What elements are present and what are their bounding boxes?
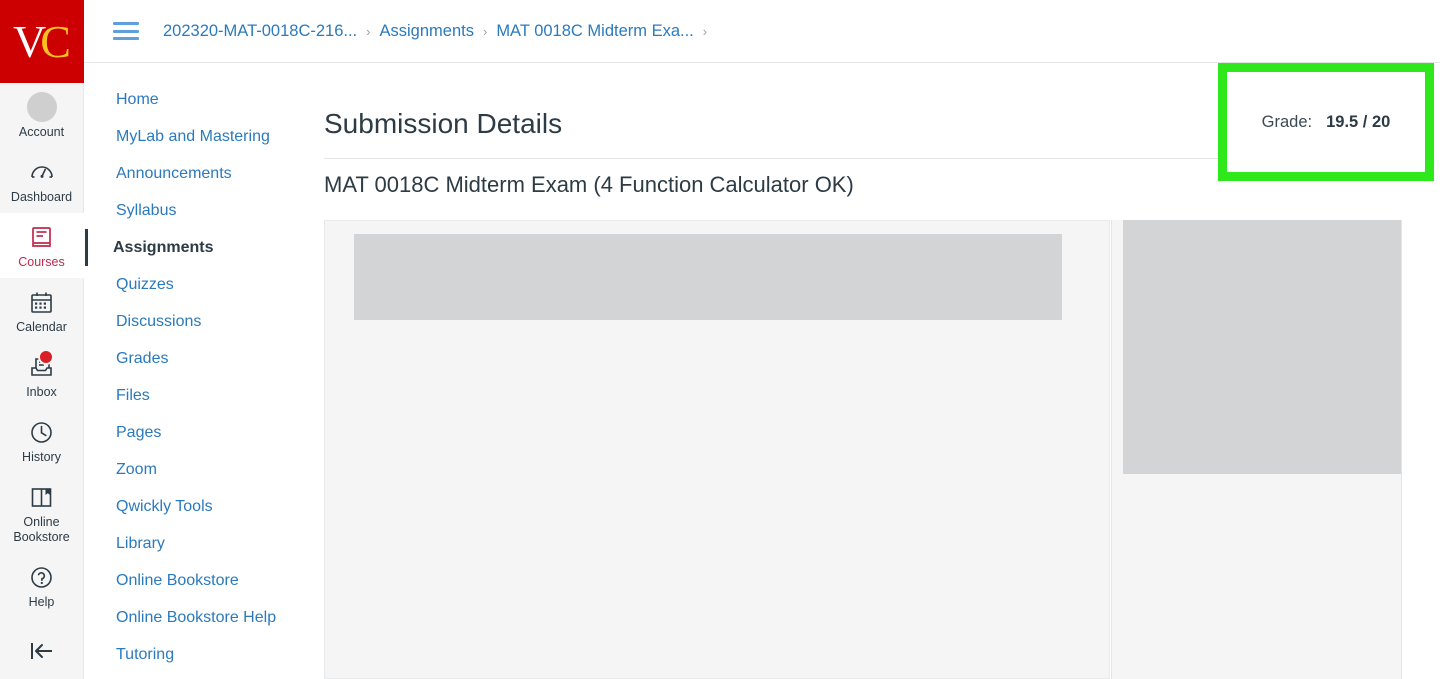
global-nav-label-online-bookstore: Online Bookstore [13, 515, 70, 544]
global-nav-item-history[interactable]: History [0, 408, 84, 473]
global-nav-item-help[interactable]: Help [0, 553, 84, 618]
course-nav-item-assignments[interactable]: Assignments [85, 229, 324, 266]
course-nav-item-online-bookstore-help[interactable]: Online Bookstore Help [85, 599, 324, 636]
logo-letter-c: C [40, 15, 71, 67]
global-nav-item-courses[interactable]: Courses [0, 213, 84, 278]
page-title: Submission Details [324, 108, 563, 139]
grade-display: Grade: 19.5 / 20 [1262, 113, 1391, 132]
course-nav-item-discussions[interactable]: Discussions [85, 303, 324, 340]
course-nav-item-library[interactable]: Library [85, 525, 324, 562]
global-nav-label-dashboard: Dashboard [10, 190, 73, 204]
breadcrumb-item-assignments[interactable]: Assignments [380, 22, 474, 41]
calendar-icon [28, 287, 55, 317]
global-nav-item-calendar[interactable]: Calendar [0, 278, 84, 343]
preview-placeholder-block [354, 234, 1062, 320]
dashboard-icon [28, 157, 56, 187]
page-header: Submission Details Grade: 19.5 / 20 [324, 63, 1440, 181]
book-open-icon [28, 482, 55, 512]
course-nav-item-zoom[interactable]: Zoom [85, 451, 324, 488]
collapse-left-icon[interactable] [0, 631, 84, 671]
course-nav-item-online-bookstore[interactable]: Online Bookstore [85, 562, 324, 599]
global-nav-label-calendar: Calendar [16, 320, 67, 334]
course-nav-item-qwickly-tools[interactable]: Qwickly Tools [85, 488, 324, 525]
course-nav-item-syllabus[interactable]: Syllabus [85, 192, 324, 229]
question-circle-icon [28, 562, 55, 592]
global-nav-label-help: Help [28, 595, 55, 609]
grade-value: 19.5 / 20 [1326, 112, 1391, 131]
breadcrumb-separator-trailing: › [702, 23, 708, 39]
inbox-icon [28, 349, 55, 382]
grade-highlight-annotation: Grade: 19.5 / 20 [1218, 63, 1434, 181]
global-nav-item-online-bookstore[interactable]: Online Bookstore [0, 473, 84, 553]
course-nav-item-files[interactable]: Files [85, 377, 324, 414]
canvas-lms-submission-details-page: VC Account Dashboard Courses Calendar In… [0, 0, 1440, 679]
course-nav-item-announcements[interactable]: Announcements [85, 155, 324, 192]
logo-text: VC [13, 15, 71, 67]
hamburger-menu-icon[interactable] [113, 20, 139, 42]
global-nav-label-history: History [22, 450, 61, 464]
course-nav-item-pages[interactable]: Pages [85, 414, 324, 451]
course-nav-item-home[interactable]: Home [85, 81, 324, 118]
breadcrumb-item-assignment[interactable]: MAT 0018C Midterm Exa... [496, 22, 693, 41]
course-nav-item-quizzes[interactable]: Quizzes [85, 266, 324, 303]
breadcrumb-separator: › [482, 23, 488, 39]
course-navigation: Home MyLab and Mastering Announcements S… [85, 63, 324, 679]
main-content: Submission Details Grade: 19.5 / 20 MAT … [324, 63, 1440, 679]
global-nav-item-account[interactable]: Account [0, 83, 84, 148]
submission-preview-area [324, 220, 1440, 679]
breadcrumb-item-course[interactable]: 202320-MAT-0018C-216... [163, 22, 357, 41]
global-nav-item-inbox[interactable]: Inbox [0, 343, 84, 408]
global-nav-label-account: Account [18, 125, 65, 139]
breadcrumb-topbar: 202320-MAT-0018C-216... › Assignments › … [85, 0, 1440, 63]
clock-icon [28, 417, 55, 447]
assignment-title: MAT 0018C Midterm Exam (4 Function Calcu… [324, 172, 854, 197]
avatar-icon [26, 92, 57, 122]
breadcrumb: 202320-MAT-0018C-216... › Assignments › … [163, 22, 716, 41]
grade-label: Grade: [1261, 112, 1313, 131]
courses-book-icon [28, 222, 55, 252]
global-nav-label-inbox: Inbox [26, 385, 57, 399]
breadcrumb-separator: › [366, 23, 371, 39]
submission-document-preview[interactable] [324, 220, 1110, 679]
inbox-unread-badge [38, 349, 54, 365]
valencia-college-logo[interactable]: VC [0, 0, 84, 83]
course-nav-item-mylab-and-mastering[interactable]: MyLab and Mastering [85, 118, 324, 155]
global-navigation: VC Account Dashboard Courses Calendar In… [0, 0, 84, 679]
course-nav-item-tutoring[interactable]: Tutoring [85, 636, 324, 673]
sidebar-placeholder-block [1123, 220, 1401, 474]
global-nav-item-dashboard[interactable]: Dashboard [0, 148, 84, 213]
course-nav-item-grades[interactable]: Grades [85, 340, 324, 377]
global-nav-label-courses: Courses [18, 255, 65, 269]
